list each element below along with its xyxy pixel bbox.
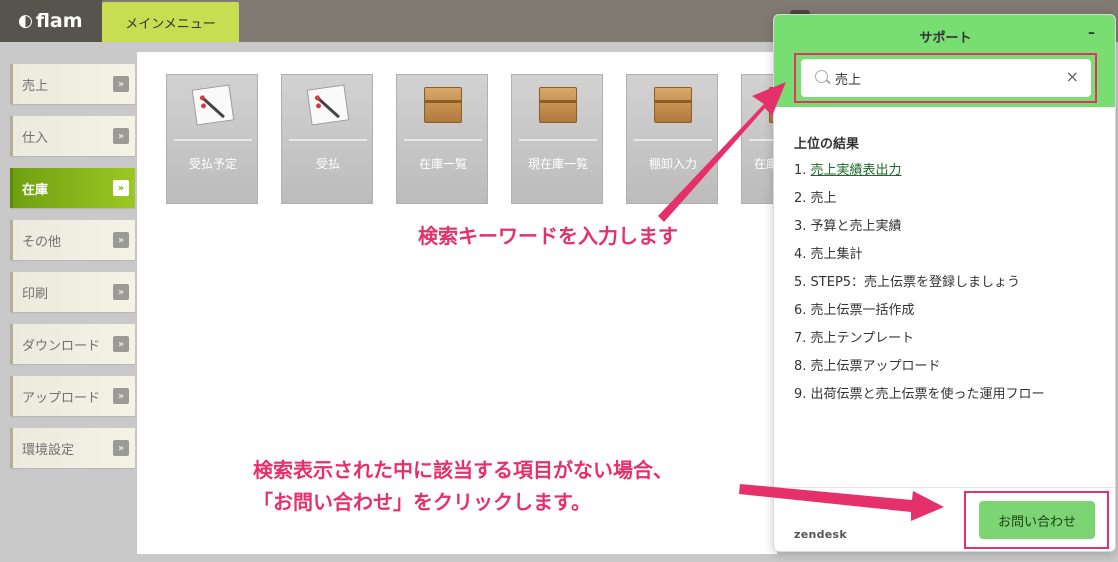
widget-header: サポート – 売上 × xyxy=(774,15,1115,107)
annotation-contact-hint-line1: 検索表示された中に該当する項目がない場合、 xyxy=(253,458,673,482)
results-heading: 上位の結果 xyxy=(794,137,860,152)
sidebar-item-label: 印刷 xyxy=(22,286,49,302)
contact-us-button[interactable]: お問い合わせ xyxy=(979,501,1095,539)
flam-logo-icon: ◐ xyxy=(18,11,33,31)
tab-main-menu[interactable]: メインメニュー xyxy=(102,2,239,42)
tile-label: 受払 xyxy=(315,157,340,171)
tile-stocktake-input[interactable]: 棚卸入力 xyxy=(626,74,718,204)
search-input[interactable]: 売上 × xyxy=(801,59,1091,97)
document-pen-icon xyxy=(306,84,350,126)
annotation-contact-hint-line2: 「お問い合わせ」をクリックします。 xyxy=(253,490,591,514)
chevron-right-icon: » xyxy=(113,336,129,352)
sidebar-item-purchase[interactable]: 仕入 » xyxy=(10,116,135,156)
result-item[interactable]: 4. 売上集計 xyxy=(794,243,1045,271)
result-link[interactable]: 売上実績表出力 xyxy=(811,163,902,178)
sidebar-item-label: ダウンロード xyxy=(22,338,101,354)
tile-label: 現在庫一覧 xyxy=(527,157,588,171)
tile-receipt-schedule[interactable]: 受払予定 xyxy=(166,74,258,204)
footer-divider xyxy=(774,487,1115,488)
sidebar-item-label: 環境設定 xyxy=(22,442,75,458)
logo-text: flam xyxy=(35,10,83,32)
chevron-right-icon: » xyxy=(113,440,129,456)
tile-divider xyxy=(404,139,482,141)
sidebar-item-settings[interactable]: 環境設定 » xyxy=(10,428,135,468)
box-icon xyxy=(539,87,577,123)
sidebar-item-upload[interactable]: アップロード » xyxy=(10,376,135,416)
tile-label: 在庫一覧 xyxy=(418,157,467,171)
sidebar: 売上 » 仕入 » 在庫 » その他 » 印刷 » ダウンロード » アップロー… xyxy=(0,42,137,562)
result-item[interactable]: 6. 売上伝票一括作成 xyxy=(794,299,1045,327)
search-value: 売上 xyxy=(835,73,862,88)
sidebar-item-inventory[interactable]: 在庫 » xyxy=(10,168,135,208)
chevron-right-icon: » xyxy=(113,128,129,144)
minimize-button[interactable]: – xyxy=(1088,25,1095,41)
clear-icon[interactable]: × xyxy=(1066,67,1079,86)
chevron-right-icon: » xyxy=(113,232,129,248)
tile-divider xyxy=(634,139,712,141)
tile-divider xyxy=(174,139,252,141)
sidebar-item-print[interactable]: 印刷 » xyxy=(10,272,135,312)
tile-label: 棚卸入力 xyxy=(648,157,697,171)
result-item[interactable]: 1. 売上実績表出力 xyxy=(794,159,1045,187)
document-pen-icon xyxy=(191,84,235,126)
result-item[interactable]: 2. 売上 xyxy=(794,187,1045,215)
annotation-search-hint: 検索キーワードを入力します xyxy=(418,224,678,248)
sidebar-item-download[interactable]: ダウンロード » xyxy=(10,324,135,364)
sidebar-item-label: その他 xyxy=(22,234,62,250)
sidebar-item-other[interactable]: その他 » xyxy=(10,220,135,260)
chevron-right-icon: » xyxy=(113,76,129,92)
tile-divider xyxy=(519,139,597,141)
tile-inventory-more[interactable]: 在庫 xyxy=(741,74,807,204)
widget-title: サポート xyxy=(919,31,972,46)
tile-inventory-list[interactable]: 在庫一覧 xyxy=(396,74,488,204)
box-icon xyxy=(424,87,462,123)
result-item[interactable]: 7. 売上テンプレート xyxy=(794,327,1045,355)
app-logo[interactable]: ◐ flam xyxy=(0,0,102,42)
zendesk-logo: zendesk xyxy=(794,528,847,541)
box-icon xyxy=(654,87,692,123)
tile-current-inventory[interactable]: 現在庫一覧 xyxy=(511,74,603,204)
search-icon xyxy=(815,70,828,83)
chevron-right-icon: » xyxy=(113,180,129,196)
tile-receipt[interactable]: 受払 xyxy=(281,74,373,204)
support-widget: サポート – 売上 × 上位の結果 1. 売上実績表出力 2. 売上 3. 予算… xyxy=(773,14,1116,552)
sidebar-item-sales[interactable]: 売上 » xyxy=(10,64,135,104)
result-item[interactable]: 9. 出荷伝票と売上伝票を使った運用フロー xyxy=(794,383,1045,411)
results-list: 1. 売上実績表出力 2. 売上 3. 予算と売上実績 4. 売上集計 5. S… xyxy=(794,159,1045,411)
chevron-right-icon: » xyxy=(113,284,129,300)
sidebar-item-label: 売上 xyxy=(22,78,49,94)
tile-label: 受払予定 xyxy=(188,157,237,171)
result-item[interactable]: 5. STEP5：売上伝票を登録しましょう xyxy=(794,271,1045,299)
chevron-right-icon: » xyxy=(113,388,129,404)
result-item[interactable]: 8. 売上伝票アップロード xyxy=(794,355,1045,383)
sidebar-item-label: 仕入 xyxy=(22,130,49,146)
tile-divider xyxy=(289,139,367,141)
sidebar-item-label: 在庫 xyxy=(22,182,49,198)
sidebar-item-label: アップロード xyxy=(22,390,101,406)
result-item[interactable]: 3. 予算と売上実績 xyxy=(794,215,1045,243)
